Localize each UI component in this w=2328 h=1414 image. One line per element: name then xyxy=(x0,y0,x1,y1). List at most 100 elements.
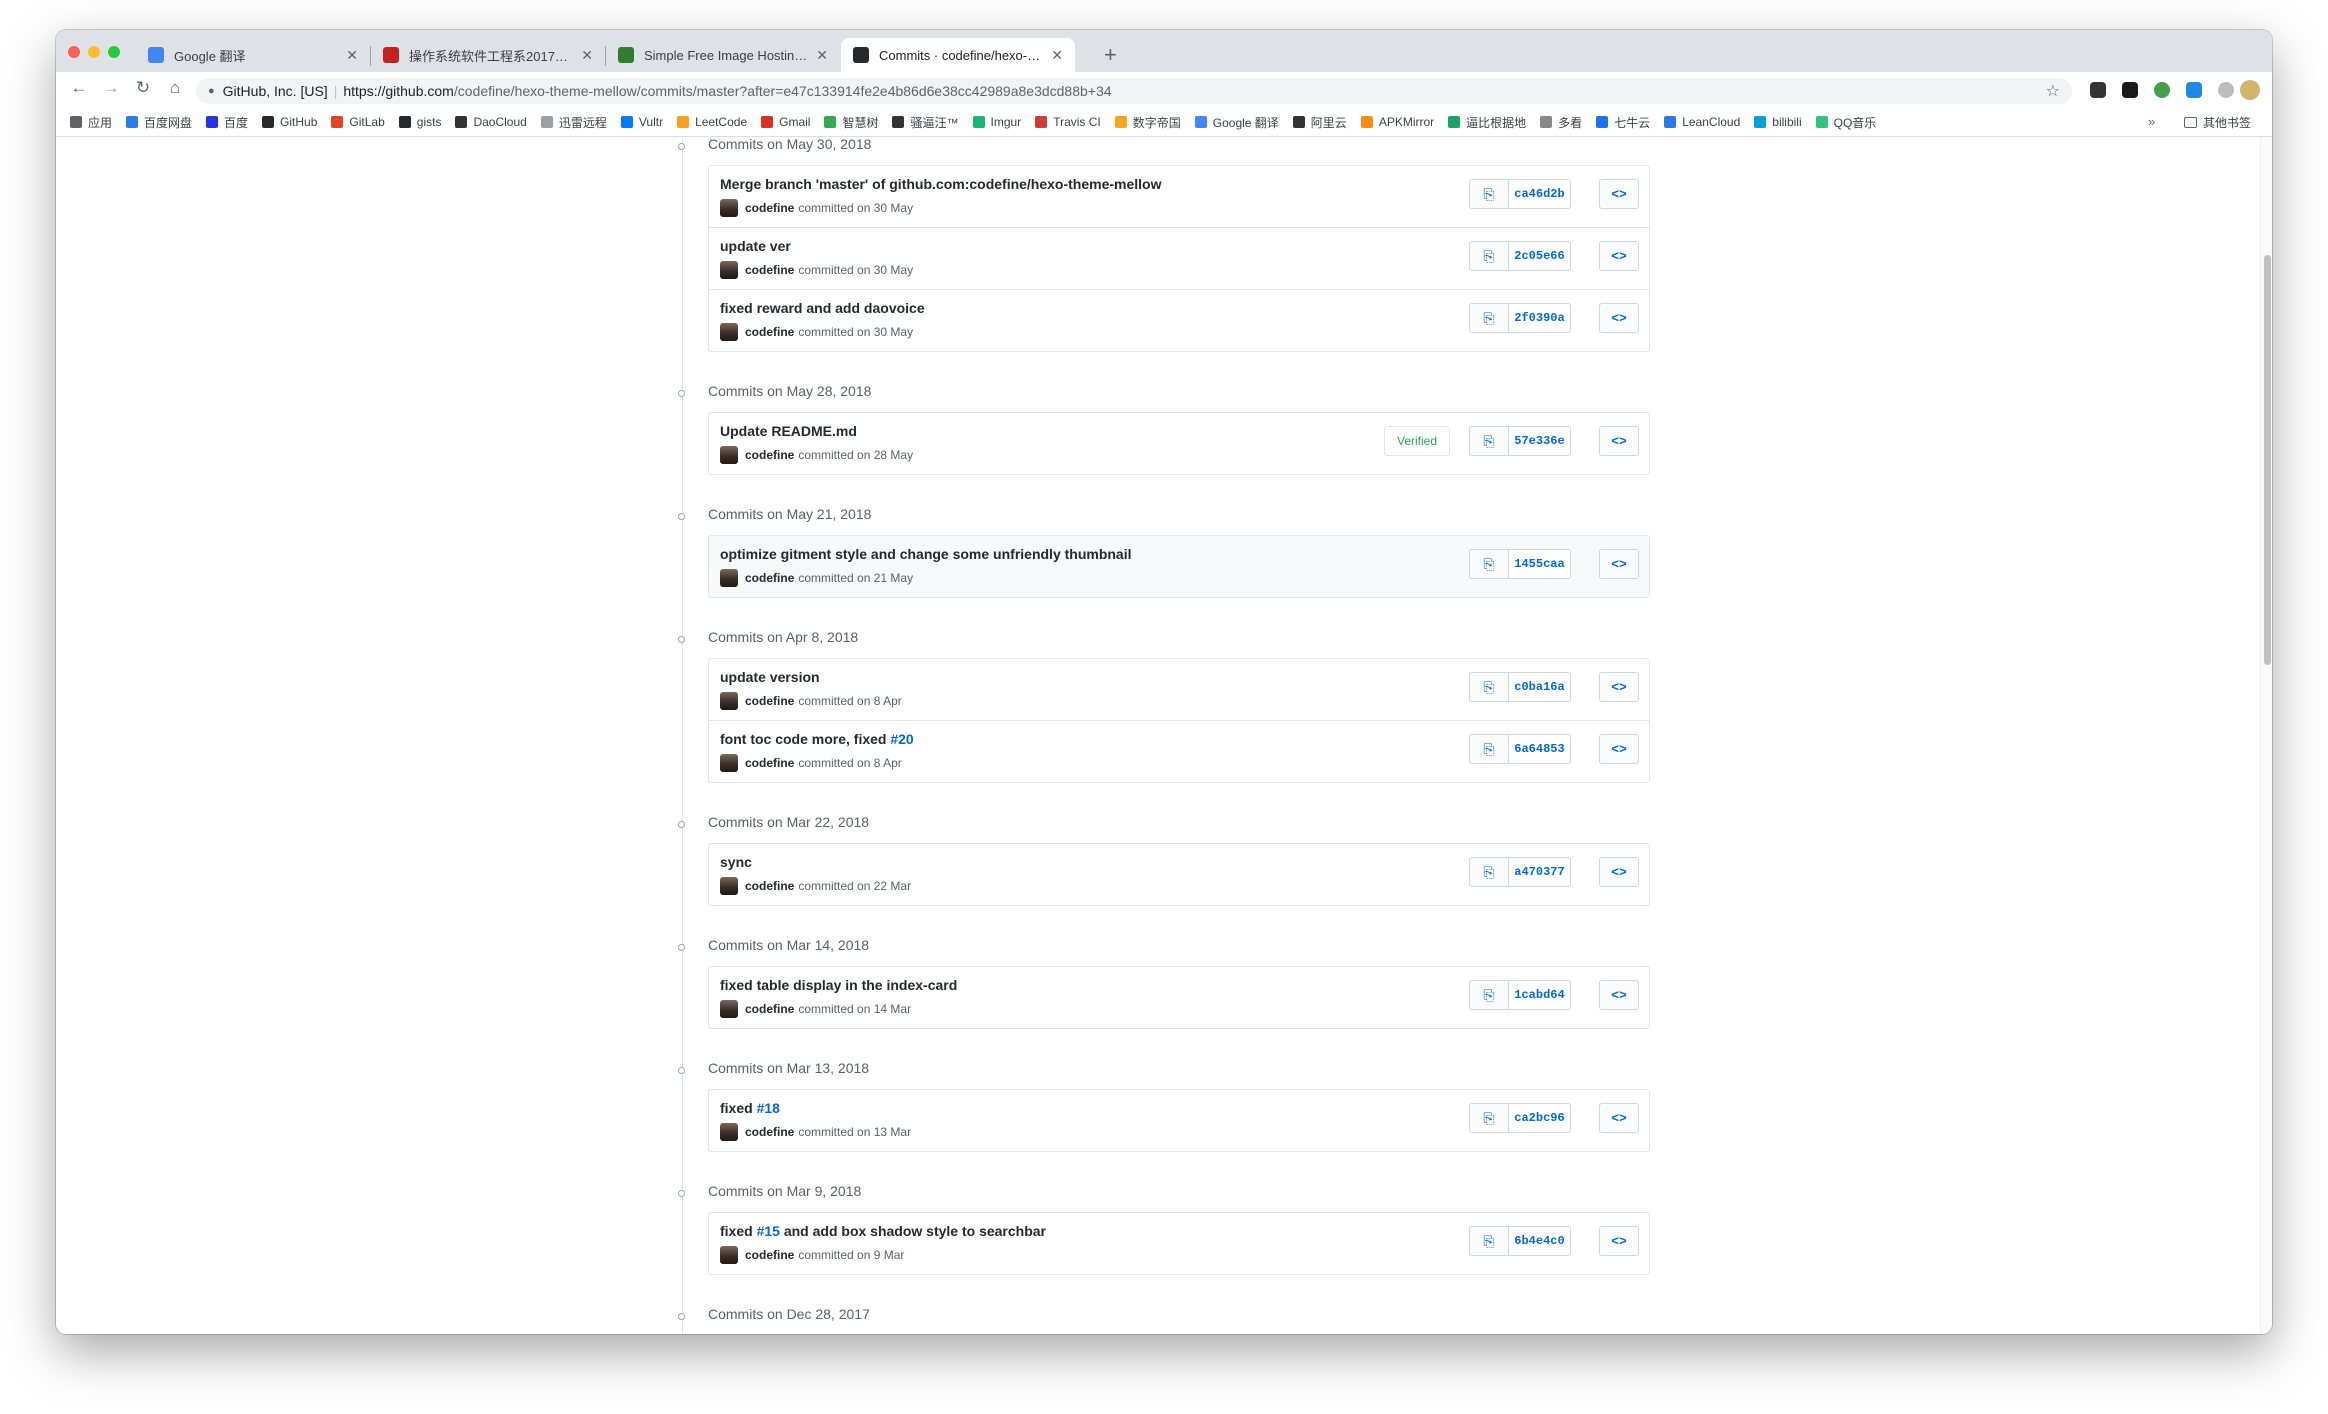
avatar[interactable] xyxy=(720,1123,738,1141)
commit-message-text[interactable]: fixed reward and add daovoice xyxy=(720,300,925,316)
clipboard-icon[interactable]: ⎘ xyxy=(1469,734,1509,764)
bookmark-item[interactable]: Google 翻译 xyxy=(1194,114,1279,131)
bookmark-item[interactable]: Gmail xyxy=(761,115,810,129)
avatar[interactable] xyxy=(720,692,738,710)
commit-sha-button[interactable]: 1cabd64 xyxy=(1509,980,1571,1010)
forward-arrow-icon[interactable]: → xyxy=(100,78,122,98)
extension-icon[interactable] xyxy=(2122,82,2138,98)
commit-message-text[interactable]: fixed table display in the index-card xyxy=(720,977,957,993)
bookmark-item[interactable]: 逼比根据地 xyxy=(1448,114,1526,131)
commit-author[interactable]: codefine xyxy=(745,694,794,708)
bookmark-item[interactable]: APKMirror xyxy=(1360,115,1434,129)
bookmark-item[interactable]: 百度网盘 xyxy=(126,114,192,131)
commit-author[interactable]: codefine xyxy=(745,1002,794,1016)
bookmark-item[interactable]: 数字帝国 xyxy=(1114,114,1181,131)
avatar[interactable] xyxy=(720,1246,738,1264)
tab[interactable]: Google 翻译 ✕ xyxy=(136,38,370,72)
browse-repo-button[interactable]: <> xyxy=(1599,179,1639,209)
issue-link[interactable]: #20 xyxy=(890,731,913,747)
commit-author[interactable]: codefine xyxy=(745,571,794,585)
avatar[interactable] xyxy=(720,1000,738,1018)
profile-avatar[interactable] xyxy=(2240,80,2260,100)
commit-message[interactable]: optimize gitment style and change some u… xyxy=(720,546,1132,562)
commit-message[interactable]: Update README.md xyxy=(720,423,857,439)
verified-badge[interactable]: Verified xyxy=(1384,426,1451,456)
commit-author[interactable]: codefine xyxy=(745,448,794,462)
commit-message-text[interactable]: sync xyxy=(720,854,752,870)
commit-sha-button[interactable]: a470377 xyxy=(1509,857,1571,887)
avatar[interactable] xyxy=(720,569,738,587)
close-tab-icon[interactable]: ✕ xyxy=(346,47,358,64)
bookmark-item[interactable]: 智慧树 xyxy=(824,114,878,131)
clipboard-icon[interactable]: ⎘ xyxy=(1469,980,1509,1010)
commit-message-text[interactable]: Merge branch 'master' of github.com:code… xyxy=(720,176,1162,192)
minimize-window-button[interactable] xyxy=(88,46,100,58)
close-tab-icon[interactable]: ✕ xyxy=(581,47,593,64)
close-window-button[interactable] xyxy=(68,46,80,58)
bookmarks-overflow-button[interactable]: » xyxy=(2148,114,2155,129)
bookmark-item[interactable]: GitLab xyxy=(331,115,385,129)
avatar[interactable] xyxy=(720,199,738,217)
commit-message[interactable]: fixed reward and add daovoice xyxy=(720,300,925,316)
commit-author[interactable]: codefine xyxy=(745,1125,794,1139)
commit-sha-button[interactable]: 2c05e66 xyxy=(1509,241,1571,271)
address-bar[interactable]: ● GitHub, Inc. [US] | https://github.com… xyxy=(196,78,2072,104)
bookmark-item[interactable]: QQ音乐 xyxy=(1815,114,1876,131)
bookmark-item[interactable]: 七牛云 xyxy=(1596,114,1650,131)
commit-sha-button[interactable]: ca2bc96 xyxy=(1509,1103,1571,1133)
clipboard-icon[interactable]: ⎘ xyxy=(1469,1103,1509,1133)
commit-sha-button[interactable]: 2f0390a xyxy=(1509,303,1571,333)
reload-icon[interactable]: ↻ xyxy=(132,78,154,98)
commit-author[interactable]: codefine xyxy=(745,756,794,770)
bookmark-item[interactable]: 应用 xyxy=(70,114,112,131)
commit-message[interactable]: sync xyxy=(720,854,752,870)
avatar[interactable] xyxy=(720,323,738,341)
commit-message-text[interactable]: update ver xyxy=(720,238,791,254)
commit-sha-button[interactable]: ca46d2b xyxy=(1509,179,1571,209)
commit-message-text[interactable]: and add box shadow style to searchbar xyxy=(784,1223,1046,1239)
browse-repo-button[interactable]: <> xyxy=(1599,1103,1639,1133)
bookmark-item[interactable]: GitHub xyxy=(262,115,317,129)
extension-icon[interactable] xyxy=(2154,82,2170,98)
bookmark-item[interactable]: Vultr xyxy=(620,115,663,129)
close-tab-icon[interactable]: ✕ xyxy=(816,47,828,64)
new-tab-button[interactable]: + xyxy=(1104,42,1117,68)
bookmark-item[interactable]: gists xyxy=(398,115,441,129)
commit-message[interactable]: Merge branch 'master' of github.com:code… xyxy=(720,176,1162,192)
bookmark-item[interactable]: bilibili xyxy=(1754,115,1802,129)
commit-message[interactable]: fixed #15 and add box shadow style to se… xyxy=(720,1223,1046,1239)
clipboard-icon[interactable]: ⎘ xyxy=(1469,179,1509,209)
browse-repo-button[interactable]: <> xyxy=(1599,241,1639,271)
bookmark-item[interactable]: LeanCloud xyxy=(1664,115,1740,129)
back-arrow-icon[interactable]: ← xyxy=(68,78,90,98)
bookmark-item[interactable]: DaoCloud xyxy=(455,115,527,129)
extension-icon[interactable] xyxy=(2090,82,2106,98)
clipboard-icon[interactable]: ⎘ xyxy=(1469,549,1509,579)
browse-repo-button[interactable]: <> xyxy=(1599,303,1639,333)
home-icon[interactable]: ⌂ xyxy=(164,78,186,98)
avatar[interactable] xyxy=(720,754,738,772)
bookmark-item[interactable]: 多看 xyxy=(1540,114,1582,131)
bookmark-star-icon[interactable]: ☆ xyxy=(2046,81,2060,101)
commit-message-text[interactable]: font toc code more, fixed xyxy=(720,731,886,747)
issue-link[interactable]: #15 xyxy=(757,1223,780,1239)
commit-message-text[interactable]: fixed xyxy=(720,1100,753,1116)
page-scrollbar[interactable] xyxy=(2260,137,2272,1334)
commit-message[interactable]: fixed #18 xyxy=(720,1100,780,1116)
bookmark-item[interactable]: 骚逼汪™ xyxy=(892,114,959,131)
close-tab-icon[interactable]: ✕ xyxy=(1051,47,1063,64)
commit-message-text[interactable]: fixed xyxy=(720,1223,753,1239)
commit-author[interactable]: codefine xyxy=(745,1248,794,1262)
extension-icon[interactable] xyxy=(2186,82,2202,98)
bookmark-item[interactable]: 迅雷远程 xyxy=(540,114,607,131)
browse-repo-button[interactable]: <> xyxy=(1599,980,1639,1010)
commit-author[interactable]: codefine xyxy=(745,201,794,215)
bookmark-item[interactable]: 阿里云 xyxy=(1292,114,1347,131)
tab[interactable]: Simple Free Image Hosting - Si... ✕ xyxy=(606,38,840,72)
commit-author[interactable]: codefine xyxy=(745,879,794,893)
issue-link[interactable]: #18 xyxy=(757,1100,780,1116)
commit-sha-button[interactable]: 6b4e4c0 xyxy=(1509,1226,1571,1256)
avatar[interactable] xyxy=(720,877,738,895)
commit-message-text[interactable]: Update README.md xyxy=(720,423,857,439)
bookmark-item[interactable]: Travis CI xyxy=(1035,115,1101,129)
